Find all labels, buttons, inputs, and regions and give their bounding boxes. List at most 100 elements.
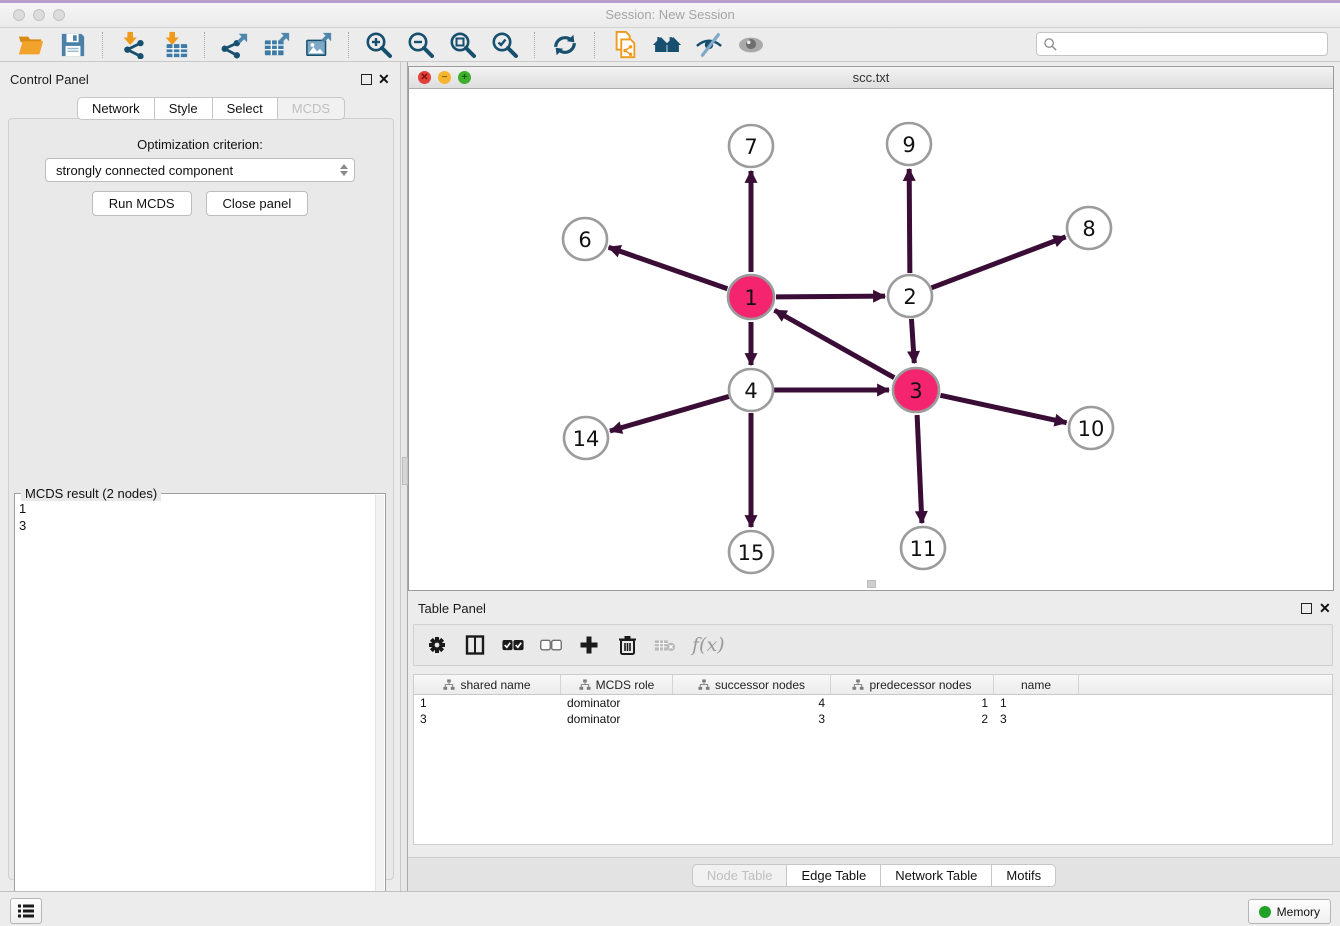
control-panel-tabs: Network Style Select MCDS [77, 97, 345, 120]
graph-edge-1-2[interactable] [776, 296, 885, 297]
task-history-button[interactable] [10, 898, 42, 924]
select-all-icon[interactable] [502, 634, 524, 656]
graph-node-3[interactable]: 3 [893, 368, 939, 412]
column-header-successor-nodes[interactable]: successor nodes [673, 675, 831, 694]
toolbar-separator [594, 32, 596, 58]
zoom-fit-icon[interactable] [448, 30, 478, 60]
table-cell[interactable]: 3 [994, 711, 1079, 727]
graph-node-label: 2 [903, 285, 916, 309]
graph-edge-2-3[interactable] [911, 319, 914, 363]
network-resize-grip[interactable] [867, 580, 876, 588]
tab-network-table[interactable]: Network Table [881, 864, 992, 887]
graph-node-11[interactable]: 11 [901, 527, 945, 569]
deselect-all-icon[interactable] [540, 634, 562, 656]
tab-edge-table[interactable]: Edge Table [787, 864, 881, 887]
table-row[interactable]: 3dominator323 [414, 711, 1332, 727]
graph-edge-3-1[interactable] [775, 310, 895, 377]
network-canvas[interactable]: 7 9 6 8 1 2 4 3 14 10 15 11 [409, 89, 1333, 590]
memory-label: Memory [1277, 905, 1320, 919]
graph-edge-3-10[interactable] [940, 395, 1066, 422]
export-table-icon[interactable] [262, 30, 292, 60]
graph-edge-4-14[interactable] [610, 396, 729, 431]
table-cell[interactable]: 1 [994, 695, 1079, 711]
zoom-window-button[interactable] [53, 9, 65, 21]
graph-node-label: 8 [1082, 217, 1095, 241]
tab-select[interactable]: Select [213, 97, 278, 120]
network-documents-icon[interactable] [610, 30, 640, 60]
graph-edge-3-11[interactable] [917, 415, 922, 523]
list-icon [17, 903, 35, 919]
hierarchy-icon [852, 679, 864, 691]
delete-table-icon-disabled[interactable] [654, 634, 676, 656]
float-panel-icon[interactable] [361, 74, 372, 85]
graph-edge-1-6[interactable] [609, 247, 728, 289]
tab-mcds[interactable]: MCDS [278, 97, 345, 120]
mcds-result-text[interactable]: 1 3 [19, 500, 373, 926]
tab-node-table[interactable]: Node Table [692, 864, 788, 887]
tab-style[interactable]: Style [155, 97, 213, 120]
node-table: shared nameMCDS rolesuccessor nodesprede… [413, 674, 1333, 845]
graph-node-1[interactable]: 1 [728, 275, 774, 319]
graph-node-14[interactable]: 14 [564, 417, 608, 459]
table-cell[interactable]: 3 [414, 711, 561, 727]
toolbar-separator [204, 32, 206, 58]
graph-node-2[interactable]: 2 [888, 275, 932, 317]
table-cell[interactable]: dominator [561, 695, 673, 711]
zoom-out-icon[interactable] [406, 30, 436, 60]
graph-node-6[interactable]: 6 [563, 218, 607, 260]
memory-button[interactable]: Memory [1248, 899, 1331, 924]
table-cell[interactable]: 1 [831, 695, 994, 711]
function-builder-icon-disabled[interactable]: f(x) [692, 634, 725, 656]
close-window-button[interactable] [13, 9, 25, 21]
import-table-icon[interactable] [160, 30, 190, 60]
minimize-window-button[interactable] [33, 9, 45, 21]
open-folder-icon[interactable] [16, 30, 46, 60]
show-eye-icon[interactable] [736, 30, 766, 60]
refresh-icon[interactable] [550, 30, 580, 60]
float-table-panel-icon[interactable] [1301, 603, 1312, 614]
graph-node-10[interactable]: 10 [1069, 407, 1113, 449]
graph-node-9[interactable]: 9 [887, 123, 931, 165]
close-panel-icon[interactable]: ✕ [378, 73, 390, 85]
network-window-titlebar[interactable]: ✕ − + scc.txt [409, 67, 1333, 89]
table-cell[interactable]: dominator [561, 711, 673, 727]
run-mcds-button[interactable]: Run MCDS [92, 191, 192, 216]
zoom-in-icon[interactable] [364, 30, 394, 60]
table-row[interactable]: 1dominator411 [414, 695, 1332, 711]
close-panel-button[interactable]: Close panel [206, 191, 309, 216]
save-icon[interactable] [58, 30, 88, 60]
graph-node-4[interactable]: 4 [729, 369, 773, 411]
add-column-icon[interactable] [578, 634, 600, 656]
search-input[interactable] [1058, 36, 1327, 52]
graph-edge-2-8[interactable] [932, 237, 1066, 288]
graph-node-8[interactable]: 8 [1067, 207, 1111, 249]
graph-node-label: 14 [573, 427, 600, 451]
table-settings-gear-icon[interactable] [426, 634, 448, 656]
export-network-icon[interactable] [220, 30, 250, 60]
zoom-selected-icon[interactable] [490, 30, 520, 60]
panel-splitter[interactable] [400, 62, 408, 891]
graph-edge-2-9[interactable] [909, 169, 910, 273]
optimization-criterion-select[interactable]: strongly connected component [45, 158, 355, 182]
table-cell[interactable]: 2 [831, 711, 994, 727]
graph-node-15[interactable]: 15 [729, 531, 773, 573]
table-cell[interactable]: 3 [673, 711, 831, 727]
export-image-icon[interactable] [304, 30, 334, 60]
close-table-panel-icon[interactable]: ✕ [1319, 602, 1331, 614]
table-cell[interactable]: 1 [414, 695, 561, 711]
table-cell[interactable]: 4 [673, 695, 831, 711]
show-columns-icon[interactable] [464, 634, 486, 656]
column-header-shared-name[interactable]: shared name [414, 675, 561, 694]
import-network-icon[interactable] [118, 30, 148, 60]
graph-node-label: 11 [910, 537, 937, 561]
delete-column-icon[interactable] [616, 634, 638, 656]
tab-network[interactable]: Network [77, 97, 155, 120]
column-header-MCDS-role[interactable]: MCDS role [561, 675, 673, 694]
tab-motifs[interactable]: Motifs [992, 864, 1056, 887]
graph-node-7[interactable]: 7 [729, 125, 773, 167]
result-scrollbar[interactable] [375, 495, 384, 926]
hide-eye-icon[interactable] [694, 30, 724, 60]
home-icon[interactable] [652, 30, 682, 60]
column-header-predecessor-nodes[interactable]: predecessor nodes [831, 675, 994, 694]
column-header-name[interactable]: name [994, 675, 1079, 694]
